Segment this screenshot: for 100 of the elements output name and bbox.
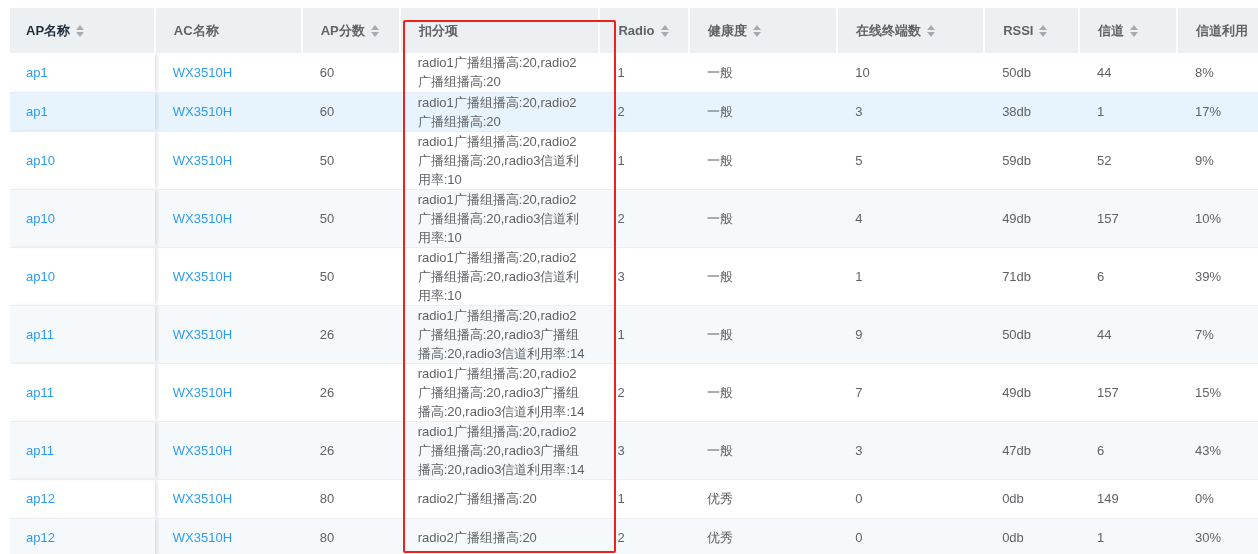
ac-link[interactable]: WX3510H: [172, 64, 233, 80]
table-cell: 7%: [1194, 326, 1214, 342]
table-cell: 一般: [707, 152, 734, 168]
table-cell: 优秀: [707, 530, 734, 545]
column-header[interactable]: 信道: [1098, 21, 1139, 40]
table-cell: 49db: [1002, 210, 1032, 226]
table-cell: 30%: [1194, 530, 1221, 545]
table-row[interactable]: ap1 WX3510H 60 radio1广播组播高:20,radio2广播组播高:20 1 一般 10 50db 44 8%: [10, 53, 1258, 92]
ap-link[interactable]: ap11: [26, 442, 54, 458]
sort-icon[interactable]: [1039, 24, 1048, 37]
table-cell: 80: [319, 491, 335, 506]
sort-icon[interactable]: [927, 24, 936, 37]
table-cell: 一般: [707, 384, 734, 400]
table-cell: 60: [319, 64, 335, 80]
table-cell: 一般: [707, 104, 734, 119]
table-cell: 17%: [1194, 104, 1221, 119]
ac-link[interactable]: WX3510H: [172, 152, 233, 168]
sort-icon[interactable]: [370, 24, 379, 37]
column-header[interactable]: 健康度: [708, 21, 762, 40]
table-cell: 2: [617, 530, 625, 545]
table-cell: 3: [855, 442, 863, 458]
table-cell: 9%: [1194, 152, 1214, 168]
table-cell: 2: [617, 210, 625, 226]
table-cell: 50db: [1002, 326, 1032, 342]
column-header[interactable]: Radio: [618, 23, 669, 38]
ac-link[interactable]: WX3510H: [172, 384, 233, 400]
table-cell: 50: [319, 268, 335, 284]
ap-link[interactable]: ap10: [26, 210, 55, 226]
table-cell: 5: [855, 152, 863, 168]
ac-link[interactable]: WX3510H: [172, 210, 233, 226]
table-cell: 2: [617, 104, 625, 119]
table-cell: 43%: [1194, 442, 1221, 458]
table-cell: 3: [617, 442, 625, 458]
column-header: 扣分项: [418, 21, 458, 40]
ac-link[interactable]: WX3510H: [172, 104, 233, 119]
table-cell: 3: [855, 104, 863, 119]
ap-link[interactable]: ap11: [26, 384, 54, 400]
table-cell: 44: [1097, 326, 1112, 342]
table-cell: 15%: [1194, 384, 1221, 400]
table-row[interactable]: ap11 WX3510H 26 radio1广播组播高:20,radio2广播组播高:20,radio3广播组播高:20,radio3信道利用率:14 2 一般 7 49db 157 15%: [10, 363, 1258, 421]
ap-link[interactable]: ap10: [26, 268, 55, 284]
column-header: AC名称: [173, 21, 219, 40]
table-row[interactable]: ap10 WX3510H 50 radio1广播组播高:20,radio2广播组播高:20,radio3信道利用率:10 3 一般 1 71db 6 39%: [10, 247, 1258, 305]
ac-link[interactable]: WX3510H: [172, 326, 233, 342]
table-cell: 一般: [707, 268, 734, 284]
table-cell: 9: [855, 326, 863, 342]
table-row[interactable]: ap11 WX3510H 26 radio1广播组播高:20,radio2广播组播高:20,radio3广播组播高:20,radio3信道利用率:14 1 一般 9 50db 44 7%: [10, 305, 1258, 363]
table-cell: 80: [319, 530, 335, 545]
sort-icon[interactable]: [753, 24, 762, 37]
table-cell: 1: [855, 268, 863, 284]
table-cell: radio2广播组播高:20: [417, 530, 537, 545]
table-cell: 38db: [1002, 104, 1032, 119]
ap-link[interactable]: ap12: [26, 530, 55, 545]
table-cell: 2: [617, 384, 625, 400]
table-cell: 157: [1097, 384, 1119, 400]
table-cell: 0: [855, 491, 863, 506]
table-cell: 0db: [1002, 491, 1024, 506]
table-row[interactable]: ap12 WX3510H 80 radio2广播组播高:20 1 优秀 0 0db 149 0%: [10, 479, 1258, 518]
table-cell: 49db: [1002, 384, 1032, 400]
table-cell: 1: [617, 326, 625, 342]
ac-link[interactable]: WX3510H: [172, 442, 233, 458]
sort-icon[interactable]: [1130, 24, 1139, 37]
table-cell: 0db: [1002, 530, 1024, 545]
table-cell: 4: [855, 210, 863, 226]
table-cell: 50: [319, 210, 335, 226]
table-cell: 39%: [1194, 268, 1221, 284]
table-cell: 10%: [1194, 210, 1221, 226]
table-row[interactable]: ap10 WX3510H 50 radio1广播组播高:20,radio2广播组播高:20,radio3信道利用率:10 1 一般 5 59db 52 9%: [10, 131, 1258, 189]
table-cell: 优秀: [707, 491, 734, 506]
table-cell: 8%: [1194, 64, 1214, 80]
table-row[interactable]: ap1 WX3510H 60 radio1广播组播高:20,radio2广播组播高:20 2 一般 3 38db 1 17%: [10, 92, 1258, 131]
table-cell: 1: [617, 491, 625, 506]
ap-link[interactable]: ap1: [26, 104, 48, 119]
table-row[interactable]: ap12 WX3510H 80 radio2广播组播高:20 2 优秀 0 0db 1 30%: [10, 518, 1258, 554]
table-cell: 一般: [707, 326, 734, 342]
column-header: 信道利用: [1195, 21, 1248, 40]
table-row[interactable]: ap11 WX3510H 26 radio1广播组播高:20,radio2广播组播高:20,radio3广播组播高:20,radio3信道利用率:14 3 一般 3 47db 6 43%: [10, 421, 1258, 479]
ap-link[interactable]: ap11: [26, 326, 54, 342]
table-cell: 一般: [707, 442, 734, 458]
table-cell: 149: [1097, 491, 1119, 506]
ap-link[interactable]: ap1: [26, 64, 48, 80]
table-row[interactable]: ap10 WX3510H 50 radio1广播组播高:20,radio2广播组播高:20,radio3信道利用率:10 2 一般 4 49db 157 10%: [10, 189, 1258, 247]
column-header[interactable]: RSSI: [1003, 23, 1048, 38]
table-cell: radio2广播组播高:20: [417, 491, 537, 506]
sort-icon[interactable]: [76, 24, 85, 37]
column-header[interactable]: AP名称: [26, 21, 85, 40]
ap-link[interactable]: ap10: [26, 152, 55, 168]
ac-link[interactable]: WX3510H: [172, 268, 233, 284]
ap-link[interactable]: ap12: [26, 491, 55, 506]
ac-link[interactable]: WX3510H: [172, 491, 233, 506]
ac-link[interactable]: WX3510H: [172, 530, 233, 545]
table-cell: 50: [319, 152, 335, 168]
table-cell: 6: [1097, 442, 1105, 458]
table-cell: 26: [319, 384, 335, 400]
table-cell: 1: [617, 64, 625, 80]
table-cell: 7: [855, 384, 863, 400]
table-cell: radio1广播组播高:20,radio2广播组播高:20,radio3广播组播高:20,radio3信道利用率:14: [417, 423, 585, 477]
sort-icon[interactable]: [660, 24, 669, 37]
table-cell: 10: [855, 64, 870, 80]
table-cell: 一般: [707, 64, 734, 80]
